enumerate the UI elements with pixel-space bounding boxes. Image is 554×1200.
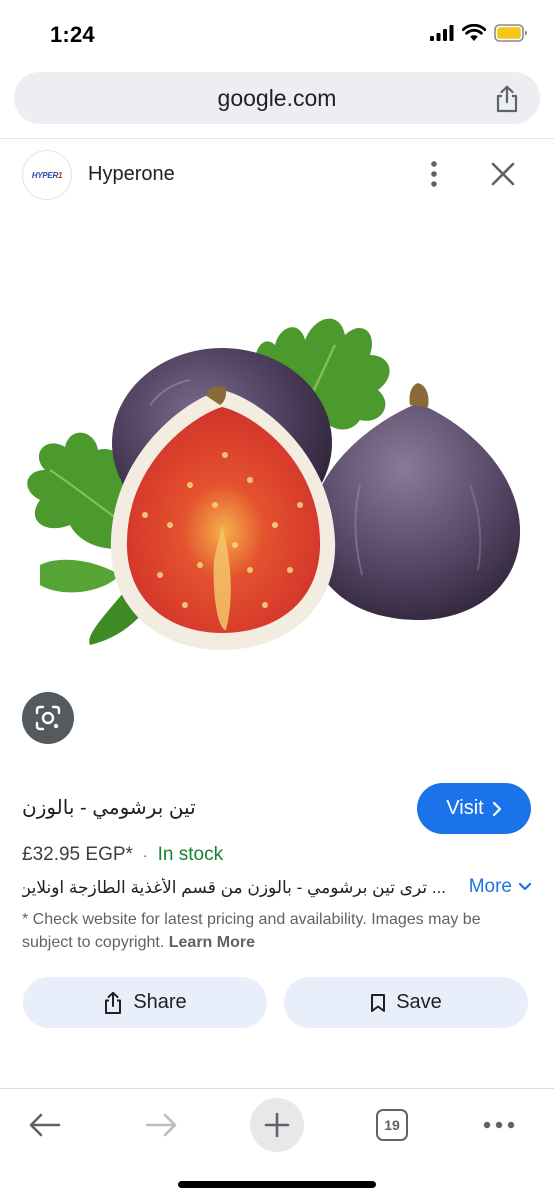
share-icon	[105, 991, 122, 1014]
source-name[interactable]: Hyperone	[88, 163, 175, 186]
description-row: ... ترى تين برشومي - بالوزن من قسم الأغذ…	[22, 876, 532, 904]
product-image[interactable]	[0, 225, 554, 680]
new-tab-button[interactable]	[250, 1098, 304, 1152]
forward-button[interactable]	[134, 1098, 188, 1152]
share-label: Share	[133, 991, 187, 1013]
bookmark-icon	[371, 993, 386, 1012]
visit-label: Visit	[446, 797, 484, 819]
disclaimer: * Check website for latest pricing and a…	[22, 908, 527, 954]
share-button[interactable]: Share	[23, 977, 267, 1028]
stock-status: In stock	[157, 844, 224, 865]
share-icon[interactable]	[494, 85, 520, 113]
source-logo[interactable]: HYPER1	[22, 150, 72, 200]
visit-button[interactable]: Visit	[417, 783, 531, 834]
more-menu-button[interactable]	[472, 1098, 526, 1152]
more-horiz-icon	[483, 1121, 515, 1129]
price-row: £32.95 EGP* · In stock	[22, 844, 223, 866]
status-bar: 1:24	[0, 0, 554, 68]
chevron-right-icon	[492, 801, 501, 816]
browser-toolbar: 19	[0, 1090, 554, 1160]
cellular-signal-icon	[430, 25, 454, 41]
divider	[0, 138, 554, 139]
home-indicator[interactable]	[178, 1181, 376, 1188]
google-lens-icon	[35, 705, 61, 731]
tab-switcher-button[interactable]: 19	[365, 1098, 419, 1152]
more-label: More	[468, 876, 512, 897]
url-text: google.com	[217, 85, 337, 111]
more-button[interactable]: More	[469, 876, 532, 898]
product-price: £32.95 EGP*	[22, 844, 133, 865]
logo-wordmark: HYPER1	[31, 170, 63, 180]
forward-icon	[145, 1113, 177, 1137]
product-title: تين برشومي - بالوزن	[22, 797, 196, 819]
save-button[interactable]: Save	[284, 977, 528, 1028]
close-icon[interactable]	[488, 159, 518, 189]
divider	[0, 1088, 554, 1089]
wifi-icon	[462, 24, 486, 41]
separator-dot: ·	[142, 847, 148, 863]
lens-button[interactable]	[22, 692, 74, 744]
more-vert-icon[interactable]	[424, 158, 444, 190]
source-header: HYPER1 Hyperone	[0, 148, 554, 202]
back-icon	[29, 1113, 61, 1137]
address-bar[interactable]: google.com	[14, 72, 540, 124]
battery-icon	[494, 24, 527, 42]
tab-switcher-icon: 19	[376, 1109, 408, 1141]
back-button[interactable]	[18, 1098, 72, 1152]
product-description: ... ترى تين برشومي - بالوزن من قسم الأغذ…	[22, 878, 446, 897]
save-label: Save	[396, 991, 442, 1013]
chevron-down-icon	[518, 882, 532, 891]
learn-more-link[interactable]: Learn More	[169, 934, 255, 951]
new-tab-icon	[264, 1112, 290, 1138]
status-icons	[430, 24, 528, 42]
status-time: 1:24	[50, 22, 95, 47]
